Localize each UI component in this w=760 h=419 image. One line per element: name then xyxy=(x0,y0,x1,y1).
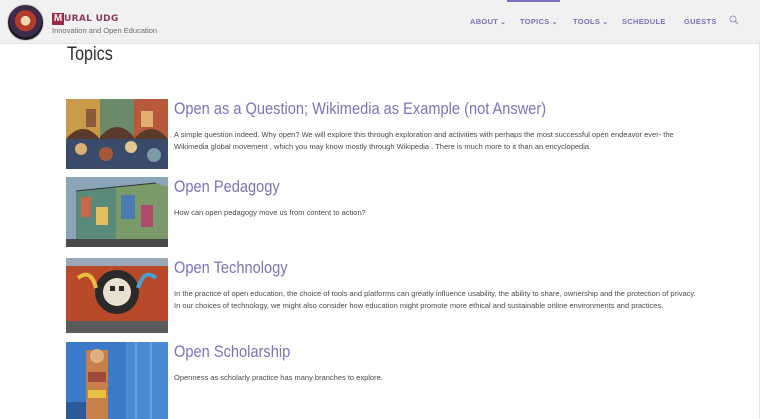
topic-title-link[interactable]: Open Scholarship xyxy=(174,342,290,362)
nav-label-guests: GUESTS xyxy=(684,17,717,26)
nav-label-tools: TOOLS xyxy=(573,17,601,26)
nav-item-guests[interactable]: GUESTS xyxy=(684,17,717,26)
brand-initial: M xyxy=(52,12,64,25)
topic-item: Open Technology In the practice of open … xyxy=(66,258,706,334)
site-header: M URAL UDG Innovation and Open Education … xyxy=(0,0,760,44)
site-logo[interactable] xyxy=(7,4,44,41)
topic-thumbnail[interactable] xyxy=(66,342,168,419)
topic-title-link[interactable]: Open Technology xyxy=(174,258,288,278)
chevron-down-icon: ⌄ xyxy=(551,19,558,26)
chevron-down-icon: ⌄ xyxy=(500,19,507,26)
site-tagline: Innovation and Open Education xyxy=(52,26,158,35)
topic-thumbnail[interactable] xyxy=(66,177,168,247)
nav-item-tools[interactable]: TOOLS ⌄ xyxy=(573,17,608,26)
topic-description: Openness as scholarly practice has many … xyxy=(174,373,383,382)
nav-item-about[interactable]: ABOUT ⌄ xyxy=(470,17,506,26)
topic-item: Open Scholarship Openness as scholarly p… xyxy=(66,342,706,419)
brand-name: URAL UDG xyxy=(64,13,119,24)
nav-item-schedule[interactable]: SCHEDULE xyxy=(622,17,666,26)
topic-item: Open Pedagogy How can open pedagogy move… xyxy=(66,177,706,249)
topic-title-link[interactable]: Open Pedagogy xyxy=(174,177,280,197)
topic-item: Open as a Question; Wikimedia as Example… xyxy=(66,99,706,171)
topic-description: In the practice of open education, the c… xyxy=(174,289,696,310)
topic-title-link[interactable]: Open as a Question; Wikimedia as Example… xyxy=(174,99,546,119)
chevron-down-icon: ⌄ xyxy=(602,19,609,26)
topic-description: How can open pedagogy move us from conte… xyxy=(174,208,366,217)
topic-thumbnail[interactable] xyxy=(66,99,168,169)
nav-label-schedule: SCHEDULE xyxy=(622,17,666,26)
topic-description: A simple question indeed. Why open? We w… xyxy=(174,130,674,151)
search-icon[interactable] xyxy=(729,15,739,25)
topic-thumbnail[interactable] xyxy=(66,258,168,333)
nav-label-topics: TOPICS xyxy=(520,17,550,26)
nav-label-about: ABOUT xyxy=(470,17,499,26)
nav-active-indicator xyxy=(507,0,560,2)
page-title: Topics xyxy=(67,44,113,65)
nav-item-topics[interactable]: TOPICS ⌄ xyxy=(520,17,558,26)
